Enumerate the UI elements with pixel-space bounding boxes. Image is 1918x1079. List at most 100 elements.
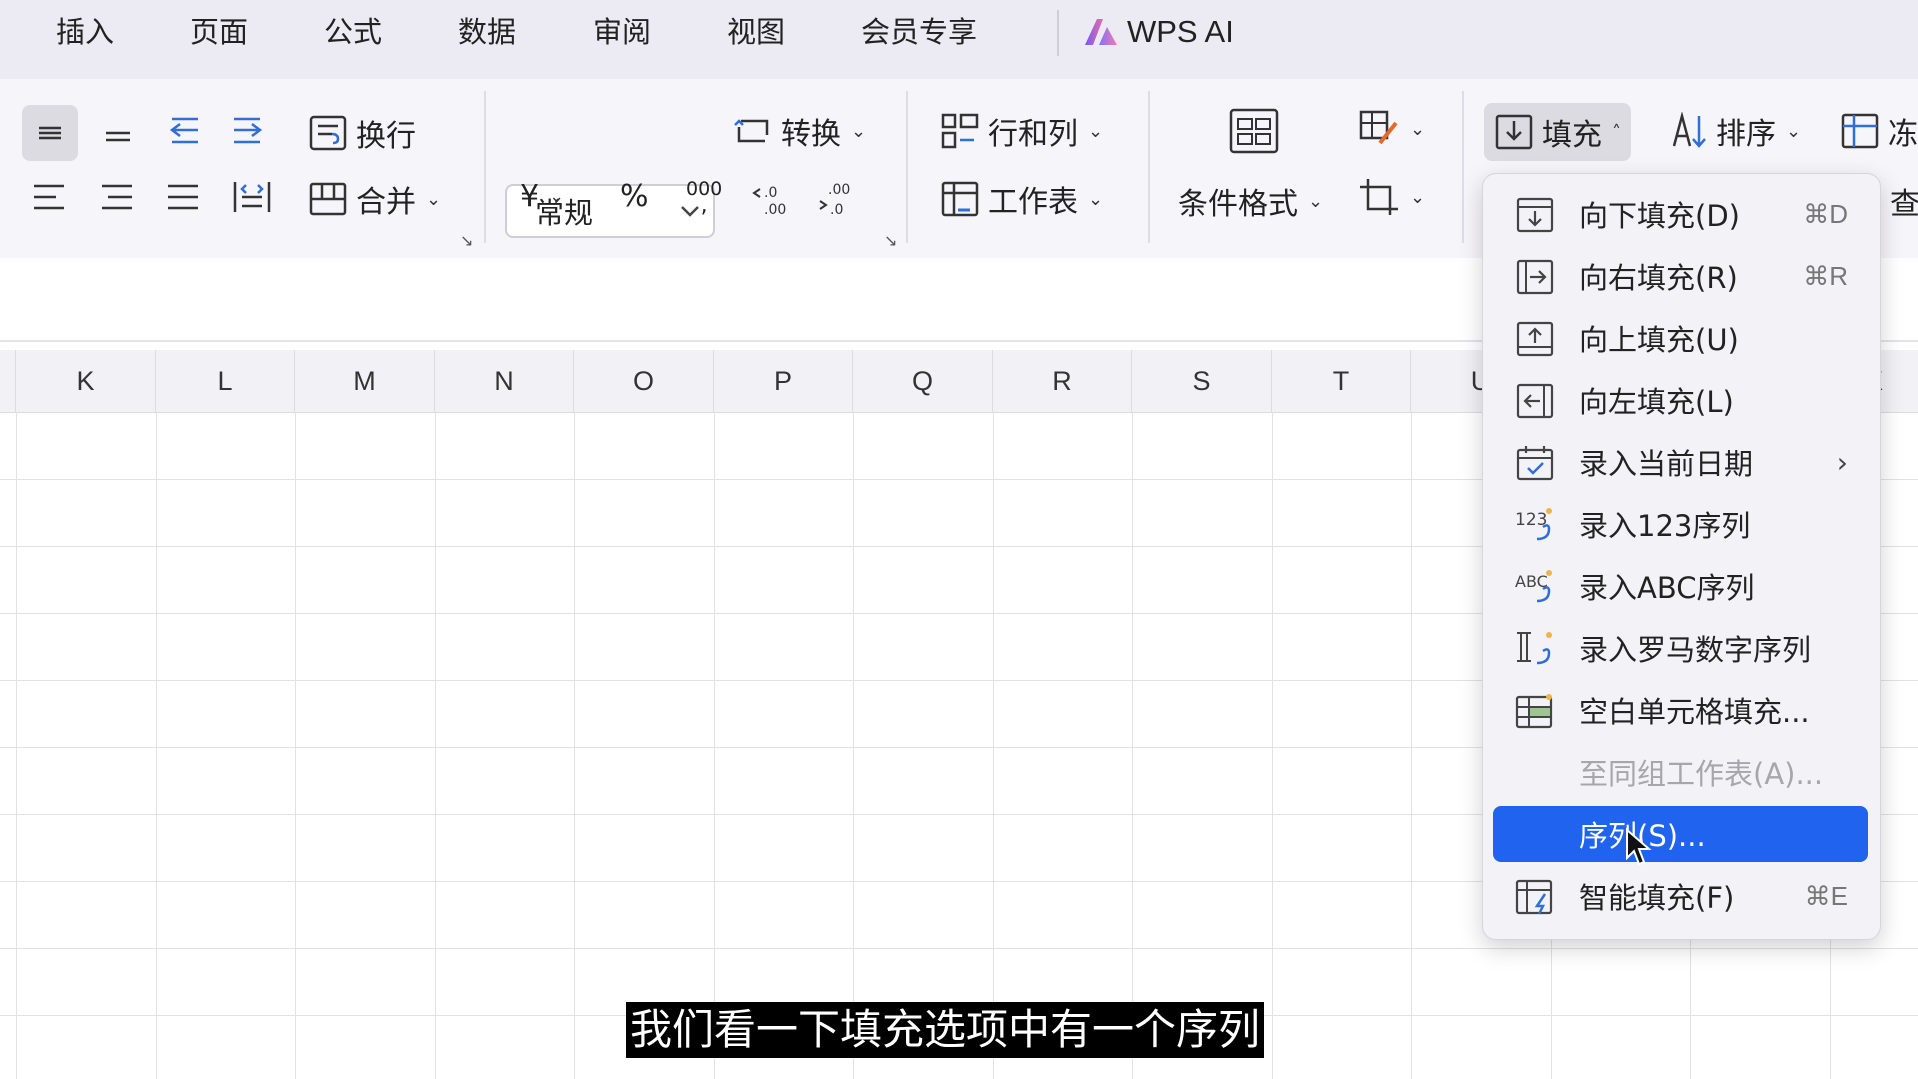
wps-ai-button[interactable]: WPS AI (1083, 10, 1234, 54)
merge-cells-icon (308, 181, 348, 217)
align-left-button[interactable] (32, 182, 66, 212)
crop-border-button[interactable]: ⌄ (1358, 177, 1425, 217)
menu-item-roman-sequence[interactable]: 录入罗马数字序列 (1493, 620, 1868, 676)
ribbon-divider (906, 91, 908, 243)
currency-format-button[interactable]: ¥ ⌄ (520, 179, 564, 214)
align-center-button[interactable] (100, 182, 134, 212)
menu-item-fill-right[interactable]: 向右填充(R) ⌘R (1493, 248, 1868, 304)
roman-sequence-icon (1515, 630, 1555, 668)
column-header-m[interactable]: M (295, 350, 435, 412)
menu-item-shortcut: ⌘R (1803, 260, 1848, 291)
align-right-button[interactable] (166, 182, 200, 212)
sort-button[interactable]: 排序 ⌄ (1668, 109, 1801, 153)
decrease-decimal-button[interactable]: .00.0 (818, 179, 856, 217)
menu-item-insert-date[interactable]: 录入当前日期 › (1493, 434, 1868, 490)
align-center-icon (100, 182, 134, 212)
convert-button[interactable]: 转换 ⌄ (733, 109, 866, 153)
blank-cell-fill-icon (1515, 692, 1555, 730)
conditional-format-icon-button[interactable] (1228, 107, 1280, 155)
wrap-text-icon (308, 114, 348, 152)
column-header-t[interactable]: T (1272, 350, 1411, 412)
align-bottom-button[interactable] (102, 115, 134, 145)
find-button[interactable]: 查 (1890, 179, 1918, 223)
menu-item-blank-cell-fill[interactable]: 空白单元格填充... (1493, 682, 1868, 738)
cell-style-button[interactable]: ⌄ (1358, 109, 1425, 149)
chevron-down-icon: ⌄ (1088, 188, 1104, 210)
menu-item-label: 向右填充(R) (1579, 261, 1738, 295)
menu-item-series[interactable]: 序列(S)... (1493, 806, 1868, 862)
column-header-l[interactable]: L (156, 350, 295, 412)
tab-data[interactable]: 数据 (458, 10, 516, 54)
fill-dropdown-menu: 向下填充(D) ⌘D 向右填充(R) ⌘R 向上填充(U) 向左填充(L) 录入… (1482, 173, 1881, 940)
menu-item-fill-down[interactable]: 向下填充(D) ⌘D (1493, 186, 1868, 242)
menu-item-label: 空白单元格填充... (1579, 695, 1810, 729)
menu-item-label: 录入123序列 (1579, 509, 1751, 543)
tab-page[interactable]: 页面 (190, 10, 248, 54)
menu-item-label: 智能填充(F) (1579, 881, 1735, 915)
wps-ai-label: WPS AI (1127, 14, 1234, 49)
number-dialog-launcher-icon[interactable]: ↘ (884, 231, 897, 250)
decrease-indent-icon (166, 115, 200, 145)
ribbon-divider (1148, 91, 1150, 243)
menu-item-to-sheet-group: 至同组工作表(A)... (1493, 744, 1868, 800)
column-header-k[interactable]: K (16, 350, 156, 412)
conditional-format-label: 条件格式 (1178, 187, 1298, 222)
column-header-p[interactable]: P (714, 350, 853, 412)
rows-and-columns-label: 行和列 (988, 117, 1078, 152)
menu-item-label: 向左填充(L) (1579, 385, 1734, 419)
column-header-n[interactable]: N (435, 350, 574, 412)
freeze-button[interactable]: 冻 (1840, 109, 1918, 153)
svg-text:.0: .0 (830, 202, 843, 217)
column-header-q[interactable]: Q (853, 350, 993, 412)
tab-member[interactable]: 会员专享 (861, 10, 977, 54)
fill-down-icon (1515, 196, 1555, 234)
svg-text:.00: .00 (828, 182, 850, 198)
svg-text:.0: .0 (764, 185, 777, 201)
align-left-icon (32, 182, 66, 212)
percent-format-button[interactable]: % (620, 179, 649, 214)
tab-formula[interactable]: 公式 (324, 10, 382, 54)
conditional-format-button[interactable]: 条件格式 ⌄ (1178, 179, 1323, 223)
tab-insert[interactable]: 插入 (56, 10, 114, 54)
menu-item-fill-up[interactable]: 向上填充(U) (1493, 310, 1868, 366)
increase-indent-button[interactable] (232, 115, 266, 145)
column-header-r[interactable]: R (993, 350, 1132, 412)
rows-and-columns-button[interactable]: 行和列 ⌄ (940, 109, 1103, 153)
svg-text:.00: .00 (764, 202, 786, 217)
tab-review[interactable]: 审阅 (593, 10, 651, 54)
increase-indent-icon (232, 115, 266, 145)
decrease-indent-button[interactable] (166, 115, 200, 145)
fill-left-icon (1515, 382, 1555, 420)
worksheet-button[interactable]: 工作表 ⌄ (940, 177, 1103, 221)
tab-view[interactable]: 视图 (727, 10, 785, 54)
menu-item-fill-left[interactable]: 向左填充(L) (1493, 372, 1868, 428)
column-header-s[interactable]: S (1132, 350, 1272, 412)
chevron-down-icon: ⌄ (1308, 190, 1324, 212)
menu-item-label: 至同组工作表(A)... (1579, 757, 1824, 791)
distributed-align-button[interactable] (232, 179, 272, 215)
menu-item-smart-fill[interactable]: 智能填充(F) ⌘E (1493, 868, 1868, 924)
menu-item-letter-sequence[interactable]: ABC 录入ABC序列 (1493, 558, 1868, 614)
align-middle-button[interactable] (22, 105, 78, 161)
merge-cells-button[interactable]: 合并 ⌄ (308, 177, 441, 221)
freeze-label: 冻 (1888, 117, 1918, 152)
chevron-down-icon: ⌄ (1088, 120, 1104, 142)
convert-label: 转换 (781, 117, 841, 152)
wrap-text-button[interactable]: 换行 (308, 111, 416, 155)
alignment-dialog-launcher-icon[interactable]: ↘ (460, 231, 473, 250)
worksheet-label: 工作表 (988, 185, 1078, 220)
wps-ai-logo-icon (1083, 17, 1119, 47)
thousands-separator-button[interactable]: 000 , (686, 179, 722, 217)
menu-item-number-sequence[interactable]: 123 录入123序列 (1493, 496, 1868, 552)
chevron-down-icon: ⌄ (549, 186, 565, 207)
find-label: 查 (1890, 187, 1918, 222)
calendar-icon (1515, 444, 1555, 482)
sort-icon (1668, 112, 1708, 150)
column-header-o[interactable]: O (574, 350, 714, 412)
menu-bar: 插入 页面 公式 数据 审阅 视图 会员专享 WPS AI (0, 0, 1918, 79)
chevron-down-icon: ⌄ (426, 188, 442, 210)
fill-button[interactable]: 填充 ˄ (1484, 103, 1631, 161)
freeze-icon (1840, 112, 1880, 150)
ribbon-divider (484, 91, 486, 243)
increase-decimal-button[interactable]: .0.00 (752, 179, 790, 217)
